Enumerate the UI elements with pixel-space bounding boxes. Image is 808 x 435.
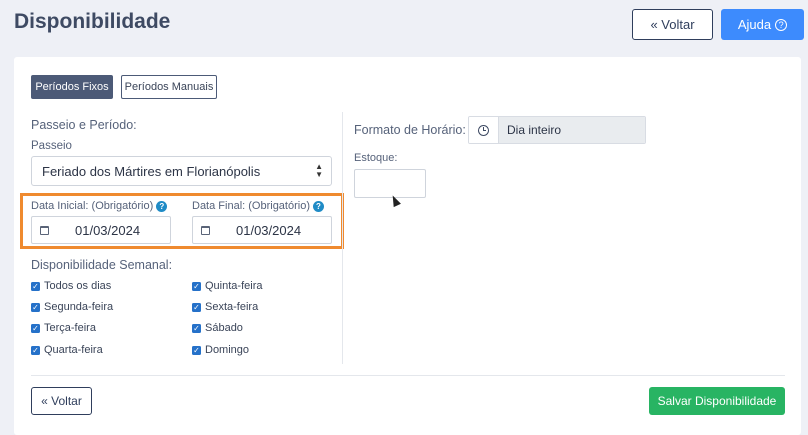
clock-icon [469, 117, 499, 143]
checkbox-label: Segunda-feira [44, 301, 114, 313]
bottom-voltar-button[interactable]: « Voltar [31, 387, 92, 415]
passeio-value: Feriado dos Mártires em Florianópolis [42, 163, 261, 179]
checkbox-label: Sexta-feira [205, 301, 259, 313]
checkbox-checked-icon[interactable]: ✓ [192, 281, 201, 291]
checkbox-checked-icon[interactable]: ✓ [31, 281, 40, 291]
page-title: Disponibilidade [14, 10, 171, 33]
data-inicial-label-group: Data Inicial: (Obrigatório) ? [31, 200, 168, 212]
checkbox-todos-os-dias[interactable]: ✓ Todos os dias [31, 280, 111, 292]
calendar-icon [201, 225, 210, 235]
checkbox-label: Quinta-feira [205, 280, 263, 292]
checkbox-checked-icon[interactable]: ✓ [31, 302, 40, 312]
checkbox-label: Todos os dias [44, 280, 112, 292]
section-title-passeio-periodo: Passeio e Período: [31, 118, 137, 132]
data-final-input[interactable]: 01/03/2024 [192, 216, 332, 244]
checkbox-checked-icon[interactable]: ✓ [31, 323, 40, 333]
select-caret-icon: ▲ ▼ [315, 162, 323, 179]
data-inicial-value: 01/03/2024 [75, 222, 141, 238]
footer-divider [31, 375, 785, 376]
checkbox-label: Quarta-feira [44, 344, 103, 356]
data-inicial-input[interactable]: 01/03/2024 [31, 216, 171, 244]
checkbox-domingo[interactable]: ✓ Domingo [192, 344, 249, 356]
checkbox-checked-icon[interactable]: ✓ [192, 302, 201, 312]
salvar-disponibilidade-button[interactable]: Salvar Disponibilidade [649, 387, 785, 415]
checkbox-segunda-feira[interactable]: ✓ Segunda-feira [31, 301, 113, 313]
top-voltar-button[interactable]: « Voltar [632, 9, 713, 40]
formato-horario-field[interactable]: Dia inteiro [468, 116, 646, 144]
checkbox-quarta-feira[interactable]: ✓ Quarta-feira [31, 344, 103, 356]
semanal-title: Disponibilidade Semanal: [31, 258, 173, 272]
passeio-select[interactable]: Feriado dos Mártires em Florianópolis ▲ ▼ [31, 156, 332, 186]
checkbox-terca-feira[interactable]: ✓ Terça-feira [31, 322, 96, 334]
data-final-value: 01/03/2024 [236, 222, 302, 238]
checkbox-quinta-feira[interactable]: ✓ Quinta-feira [192, 280, 262, 292]
help-circle-icon: ? [775, 18, 788, 31]
data-inicial-label: Data Inicial: (Obrigatório) [31, 200, 154, 212]
ajuda-button[interactable]: Ajuda ? [721, 9, 804, 40]
column-divider [342, 112, 343, 364]
tab-periodos-manuais[interactable]: Períodos Manuais [121, 75, 217, 99]
checkbox-label: Terça-feira [44, 322, 96, 334]
question-icon[interactable]: ? [313, 200, 324, 212]
checkbox-checked-icon[interactable]: ✓ [192, 323, 201, 333]
checkbox-sexta-feira[interactable]: ✓ Sexta-feira [192, 301, 258, 313]
ajuda-label: Ajuda [737, 17, 772, 32]
question-icon[interactable]: ? [156, 200, 168, 212]
formato-horario-label: Formato de Horário: [354, 123, 466, 137]
checkbox-label: Sábado [205, 322, 243, 334]
checkbox-checked-icon[interactable]: ✓ [31, 345, 40, 355]
checkbox-label: Domingo [205, 344, 250, 356]
checkbox-checked-icon[interactable]: ✓ [192, 345, 201, 355]
formato-horario-value: Dia inteiro [499, 117, 645, 143]
passeio-label: Passeio [31, 140, 72, 152]
tab-periodos-fixos[interactable]: Períodos Fixos [31, 75, 113, 99]
data-final-label-group: Data Final: (Obrigatório) ? [192, 200, 324, 212]
checkbox-sabado[interactable]: ✓ Sábado [192, 322, 243, 334]
estoque-input[interactable] [354, 169, 426, 198]
calendar-icon [40, 225, 49, 235]
data-final-label: Data Final: (Obrigatório) [192, 200, 310, 212]
estoque-label: Estoque: [354, 152, 398, 164]
